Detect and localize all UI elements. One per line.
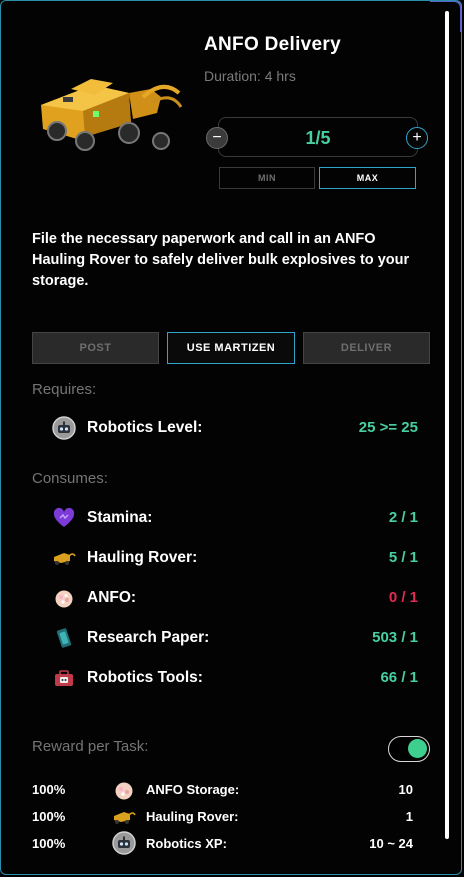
decrement-button[interactable]: − (206, 127, 228, 149)
task-description: File the necessary paperwork and call in… (32, 231, 410, 289)
reward-value-anfo-storage: 10 (398, 782, 413, 797)
consume-value-research-paper: 503 / 1 (372, 629, 418, 646)
task-title: ANFO Delivery (204, 34, 341, 55)
robot-icon (112, 831, 136, 855)
rover-icon (52, 546, 76, 570)
plus-icon: + (412, 129, 422, 146)
use-martizen-button[interactable]: USE MARTIZEN (167, 332, 295, 364)
heart-icon (52, 506, 76, 530)
reward-value-robotics-xp: 10 ~ 24 (369, 836, 413, 851)
rewards-title: Reward per Task: (32, 738, 149, 755)
rover-icon (112, 805, 136, 829)
consume-value-robotics-tools: 66 / 1 (380, 669, 418, 686)
requires-title: Requires: (32, 381, 97, 398)
max-button[interactable]: MAX (319, 167, 416, 189)
reward-label-robotics-xp: Robotics XP: (146, 836, 227, 851)
consume-label-robotics-tools: Robotics Tools: (87, 669, 203, 686)
quantity-stepper[interactable]: 1/5 (218, 117, 418, 157)
anfo-icon (52, 586, 76, 610)
anfo-icon (112, 778, 136, 802)
consumes-title: Consumes: (32, 470, 108, 487)
deliver-button[interactable]: DELIVER (303, 332, 430, 364)
requirement-label: Robotics Level: (87, 419, 203, 436)
consume-value-anfo: 0 / 1 (388, 589, 418, 606)
task-panel: ANFO Delivery Duration: 4 hrs 1/5 − + MI… (0, 0, 462, 875)
robot-icon (52, 416, 76, 440)
reward-chance: 100% (32, 836, 66, 851)
consume-label-anfo: ANFO: (87, 589, 137, 606)
consume-label-research-paper: Research Paper: (87, 629, 210, 646)
reward-chance: 100% (32, 782, 66, 797)
requirement-value: 25 >= 25 (358, 419, 418, 436)
reward-value-hauling-rover: 1 (405, 809, 413, 824)
reward-label-hauling-rover: Hauling Rover: (146, 809, 239, 824)
consume-label-hauling-rover: Hauling Rover: (87, 549, 198, 566)
quantity-value: 1/5 (305, 128, 331, 148)
reward-chance: 100% (32, 809, 66, 824)
task-duration: Duration: 4 hrs (204, 68, 296, 84)
consume-value-stamina: 2 / 1 (388, 509, 418, 526)
rewards-toggle[interactable] (388, 736, 430, 762)
toggle-knob (408, 739, 427, 758)
consume-value-hauling-rover: 5 / 1 (388, 549, 418, 566)
toolbox-icon (52, 666, 76, 690)
reward-label-anfo-storage: ANFO Storage: (146, 782, 240, 797)
research-paper-icon (52, 626, 76, 650)
post-button[interactable]: POST (32, 332, 159, 364)
hauling-rover-illustration (33, 67, 185, 157)
min-button[interactable]: MIN (219, 167, 315, 189)
minus-icon: − (212, 129, 222, 146)
increment-button[interactable]: + (406, 127, 428, 149)
consume-label-stamina: Stamina: (87, 509, 153, 526)
scrollbar[interactable] (445, 11, 449, 839)
